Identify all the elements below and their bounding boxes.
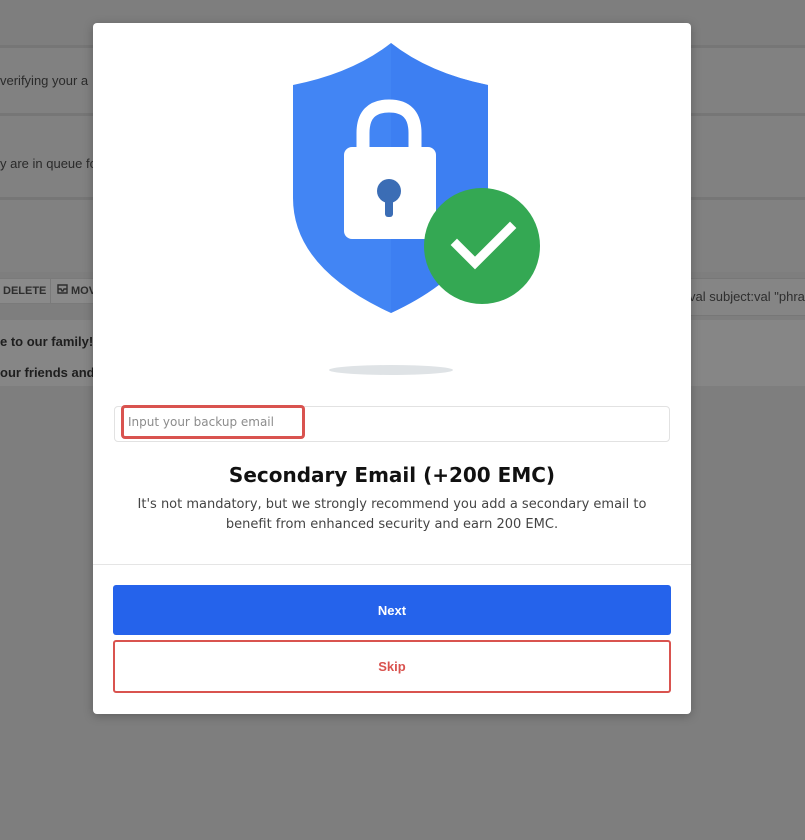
checkmark-icon (424, 188, 540, 304)
inbox-icon (57, 279, 68, 303)
backup-email-input[interactable] (121, 405, 305, 439)
list-item[interactable]: e to our family! (0, 334, 93, 349)
modal-title: Secondary Email (+200 EMC) (228, 463, 556, 487)
delete-button[interactable]: DELETE (0, 278, 52, 304)
backup-email-container (114, 405, 670, 442)
search-query-text: val subject:val "phra (689, 289, 805, 304)
background-notice-text: verifying your a (0, 73, 89, 88)
secondary-email-modal: Secondary Email (+200 EMC) It's not mand… (93, 23, 691, 714)
list-item[interactable]: our friends and (0, 365, 95, 380)
security-illustration (93, 23, 691, 408)
skip-button[interactable]: Skip (113, 640, 671, 693)
illustration-shadow (329, 365, 453, 375)
search-query-field[interactable]: val subject:val "phra (688, 278, 805, 316)
divider (93, 564, 691, 565)
background-queue-text: y are in queue fo (0, 156, 97, 171)
modal-description: It's not mandatory, but we strongly reco… (137, 497, 647, 532)
delete-label: DELETE (3, 285, 47, 297)
next-button[interactable]: Next (113, 585, 671, 635)
